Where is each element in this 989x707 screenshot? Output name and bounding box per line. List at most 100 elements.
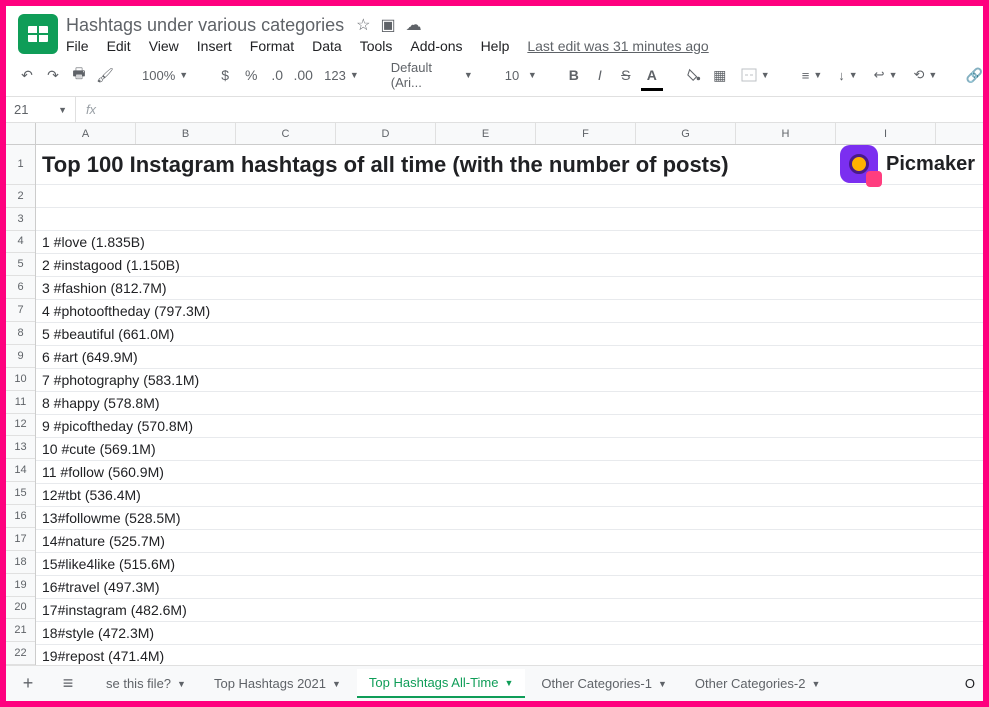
column-header[interactable]: I	[836, 123, 936, 144]
undo-button[interactable]: ↶	[18, 63, 36, 87]
column-header[interactable]: G	[636, 123, 736, 144]
document-title[interactable]: Hashtags under various categories	[66, 15, 344, 36]
last-edit-link[interactable]: Last edit was 31 minutes ago	[527, 38, 708, 54]
horizontal-align-button[interactable]: ≡▼	[798, 68, 827, 83]
row-header[interactable]: 15	[6, 482, 35, 505]
row-header[interactable]: 17	[6, 528, 35, 551]
row-header[interactable]: 6	[6, 276, 35, 299]
insert-link-button[interactable]: 🔗	[965, 63, 983, 87]
row-header[interactable]: 2	[6, 185, 35, 208]
text-wrap-button[interactable]: ↩▼	[870, 67, 902, 83]
row-header[interactable]: 9	[6, 345, 35, 368]
cell[interactable]: 4 #photooftheday (797.3M)	[36, 300, 983, 323]
print-button[interactable]: 🖶	[70, 63, 88, 87]
font-size-dropdown[interactable]: 10▼	[501, 68, 541, 83]
paint-format-button[interactable]: 🖌	[96, 63, 114, 87]
redo-button[interactable]: ↷	[44, 63, 62, 87]
select-all-cells[interactable]	[6, 123, 36, 144]
cell[interactable]: 6 #art (649.9M)	[36, 346, 983, 369]
cell[interactable]: 9 #picoftheday (570.8M)	[36, 415, 983, 438]
move-to-folder-icon[interactable]: ▣	[381, 15, 396, 35]
menu-help[interactable]: Help	[481, 38, 510, 54]
row-header[interactable]: 5	[6, 253, 35, 276]
borders-button[interactable]: ▦	[711, 63, 729, 87]
row-header[interactable]: 14	[6, 459, 35, 482]
menu-data[interactable]: Data	[312, 38, 342, 54]
zoom-dropdown[interactable]: 100%▼	[138, 68, 192, 83]
cell[interactable]	[36, 208, 983, 231]
cell[interactable]	[36, 185, 983, 208]
menu-edit[interactable]: Edit	[107, 38, 131, 54]
row-header[interactable]: 11	[6, 391, 35, 414]
column-header[interactable]: B	[136, 123, 236, 144]
vertical-align-button[interactable]: ↓▼	[834, 68, 861, 83]
cell[interactable]: 7 #photography (583.1M)	[36, 369, 983, 392]
add-sheet-button[interactable]: +	[14, 673, 42, 694]
cell[interactable]: 5 #beautiful (661.0M)	[36, 323, 983, 346]
all-sheets-button[interactable]: ≡	[54, 673, 82, 694]
more-formats-dropdown[interactable]: 123▼	[320, 68, 363, 83]
chevron-down-icon[interactable]: ▼	[505, 678, 514, 688]
sheet-tab[interactable]: se this file?▼	[94, 669, 198, 698]
font-family-dropdown[interactable]: Default (Ari...▼	[387, 60, 477, 90]
row-header[interactable]: 8	[6, 322, 35, 345]
menu-format[interactable]: Format	[250, 38, 294, 54]
row-header[interactable]: 21	[6, 619, 35, 642]
row-header[interactable]: 22	[6, 642, 35, 665]
sheet-tab[interactable]: Top Hashtags 2021▼	[202, 669, 353, 698]
column-header[interactable]: E	[436, 123, 536, 144]
row-header[interactable]: 18	[6, 551, 35, 574]
sheets-app-icon[interactable]	[18, 14, 58, 54]
tab-overflow[interactable]: O	[965, 676, 975, 691]
name-box[interactable]: 21▼	[6, 97, 76, 122]
menu-insert[interactable]: Insert	[197, 38, 232, 54]
format-currency-button[interactable]: $	[216, 63, 234, 87]
column-header[interactable]: H	[736, 123, 836, 144]
star-icon[interactable]: ☆	[356, 15, 370, 35]
row-header[interactable]: 3	[6, 208, 35, 231]
increase-decimal-button[interactable]: .00	[294, 63, 312, 87]
merge-cells-button[interactable]: ▼	[737, 68, 774, 82]
menu-view[interactable]: View	[149, 38, 179, 54]
row-header[interactable]: 10	[6, 368, 35, 391]
italic-button[interactable]: I	[591, 63, 609, 87]
chevron-down-icon[interactable]: ▼	[658, 679, 667, 689]
menu-addons[interactable]: Add-ons	[410, 38, 462, 54]
chevron-down-icon[interactable]: ▼	[177, 679, 186, 689]
row-header[interactable]: 19	[6, 574, 35, 597]
row-header[interactable]: 16	[6, 505, 35, 528]
sheet-tab[interactable]: Other Categories-1▼	[529, 669, 678, 698]
chevron-down-icon[interactable]: ▼	[811, 679, 820, 689]
text-rotation-button[interactable]: ⟲▼	[909, 67, 941, 83]
cell[interactable]: 13#followme (528.5M)	[36, 507, 983, 530]
column-header[interactable]: D	[336, 123, 436, 144]
row-header[interactable]: 13	[6, 436, 35, 459]
column-header[interactable]: F	[536, 123, 636, 144]
cell[interactable]: 3 #fashion (812.7M)	[36, 277, 983, 300]
column-header[interactable]: A	[36, 123, 136, 144]
text-color-button[interactable]: A	[643, 63, 661, 87]
sheet-tab[interactable]: Top Hashtags All-Time▼	[357, 669, 526, 698]
cell[interactable]: 10 #cute (569.1M)	[36, 438, 983, 461]
cell[interactable]: 16#travel (497.3M)	[36, 576, 983, 599]
row-header[interactable]: 7	[6, 299, 35, 322]
cell[interactable]: 8 #happy (578.8M)	[36, 392, 983, 415]
cell[interactable]: 14#nature (525.7M)	[36, 530, 983, 553]
cell[interactable]: 18#style (472.3M)	[36, 622, 983, 645]
menu-file[interactable]: File	[66, 38, 89, 54]
bold-button[interactable]: B	[565, 63, 583, 87]
row-header[interactable]: 12	[6, 414, 35, 437]
column-header[interactable]: C	[236, 123, 336, 144]
formula-input[interactable]	[106, 97, 983, 122]
cell[interactable]: 12#tbt (536.4M)	[36, 484, 983, 507]
cell[interactable]: 2 #instagood (1.150B)	[36, 254, 983, 277]
row-header[interactable]: 4	[6, 231, 35, 254]
sheet-tab[interactable]: Other Categories-2▼	[683, 669, 832, 698]
menu-tools[interactable]: Tools	[360, 38, 393, 54]
cell[interactable]: 11 #follow (560.9M)	[36, 461, 983, 484]
strikethrough-button[interactable]: S	[617, 63, 635, 87]
cell[interactable]: 17#instagram (482.6M)	[36, 599, 983, 622]
cell[interactable]: 19#repost (471.4M)	[36, 645, 983, 665]
row-header[interactable]: 1	[6, 145, 35, 185]
decrease-decimal-button[interactable]: .0	[268, 63, 286, 87]
